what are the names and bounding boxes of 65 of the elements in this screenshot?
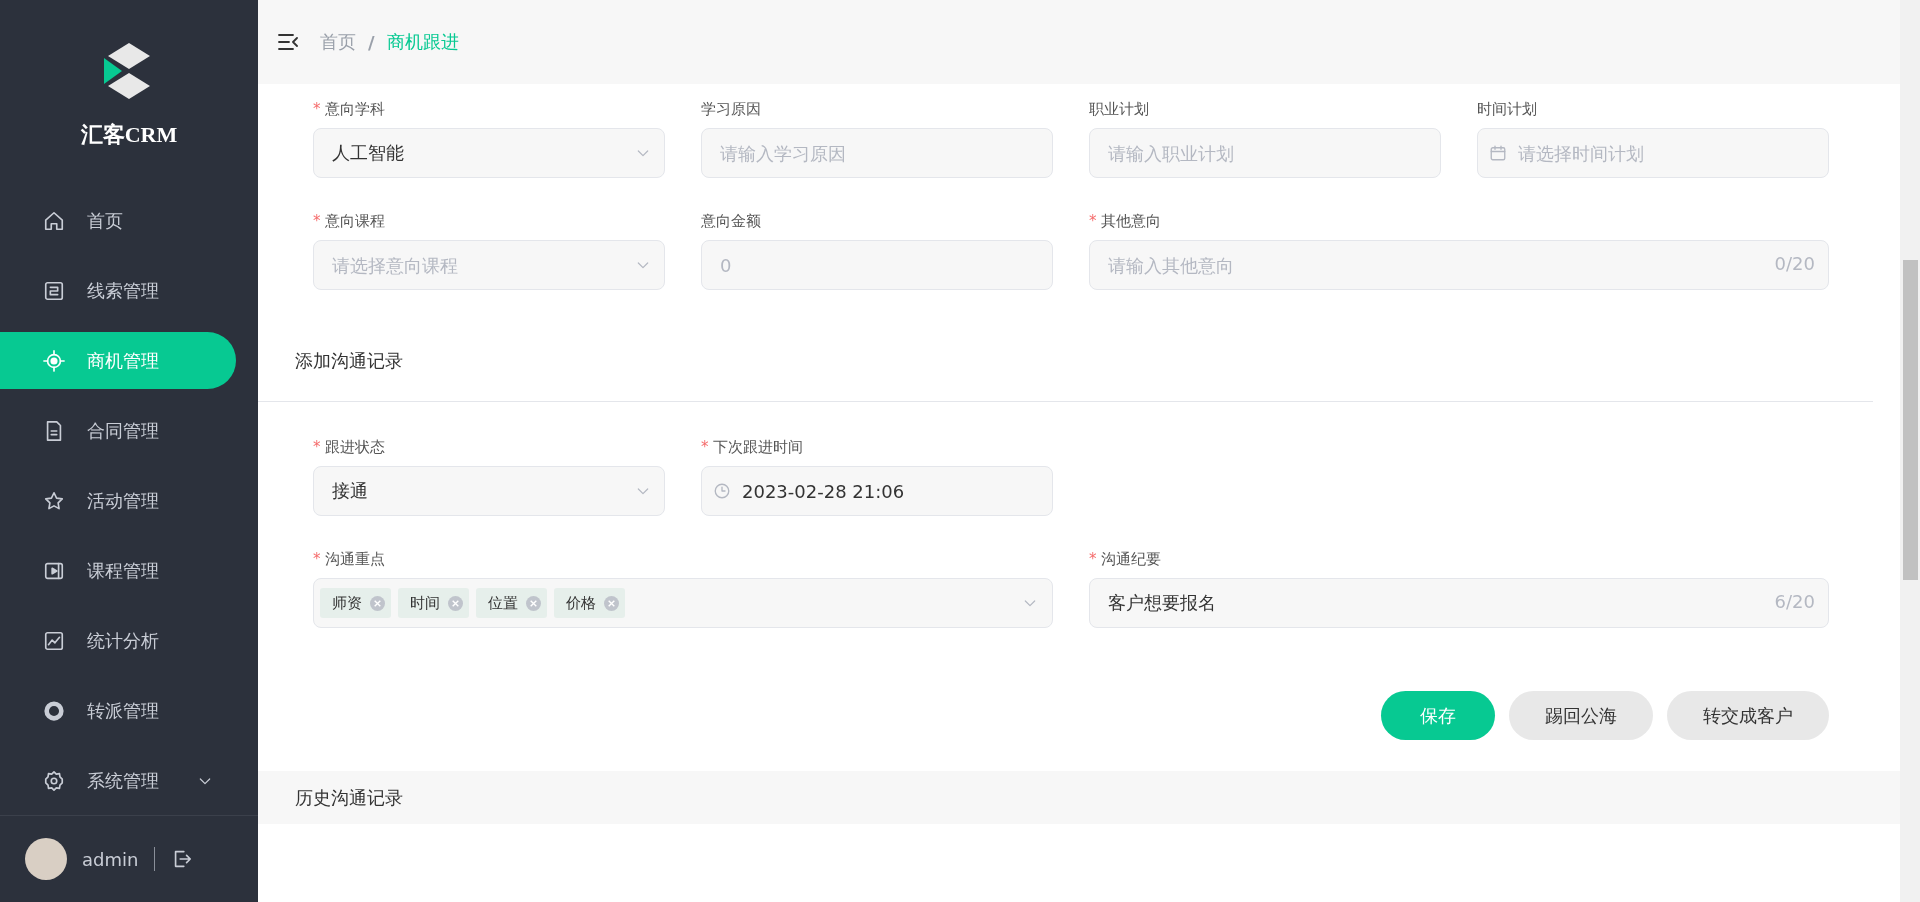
menu-item[interactable]: 统计分析 xyxy=(0,612,236,669)
breadcrumb-separator: / xyxy=(368,31,375,53)
close-icon[interactable] xyxy=(370,595,385,611)
action-button[interactable]: 转交成客户 xyxy=(1667,691,1829,740)
menu-item[interactable]: 线索管理 xyxy=(0,262,236,319)
gear-icon xyxy=(43,769,65,792)
field-label: 时间计划 xyxy=(1477,99,1538,120)
datetime-field[interactable]: 2023-02-28 21:06 xyxy=(701,466,1053,516)
input-field[interactable]: 0 xyxy=(701,240,1053,290)
field-label: * 意向学科 xyxy=(313,99,386,120)
field-label: * 其他意向 xyxy=(1089,211,1162,232)
tag-label: 价格 xyxy=(566,593,596,613)
square-icon xyxy=(43,279,65,302)
select-field[interactable]: 接通 xyxy=(313,466,665,516)
field-label: * 意向课程 xyxy=(313,211,386,232)
user-name: admin xyxy=(82,848,139,870)
close-icon[interactable] xyxy=(526,595,541,611)
field-label: * 沟通重点 xyxy=(313,549,386,570)
avatar xyxy=(25,838,67,880)
ring-icon xyxy=(43,699,65,722)
select-field[interactable]: 请选择意向课程 xyxy=(313,240,665,290)
field-label: * 跟进状态 xyxy=(313,437,386,458)
menu-icon[interactable] xyxy=(278,33,298,51)
input-field[interactable]: 请输入学习原因 xyxy=(701,128,1053,178)
section-title: 添加沟通记录 xyxy=(295,349,404,373)
close-icon[interactable] xyxy=(604,595,619,611)
menu-item[interactable]: 转派管理 xyxy=(0,682,236,739)
field-label: * 下次跟进时间 xyxy=(701,437,804,458)
scroll-thumb[interactable] xyxy=(1903,260,1918,580)
action-button[interactable]: 踢回公海 xyxy=(1509,691,1653,740)
tag-select[interactable]: 师资 时间 位置 价格 xyxy=(313,578,1053,628)
chart-icon xyxy=(43,629,65,652)
menu-item[interactable]: 合同管理 xyxy=(0,402,236,459)
target-icon xyxy=(43,349,65,372)
star-icon xyxy=(43,489,65,512)
home-icon xyxy=(43,209,65,232)
required-mark: * xyxy=(1089,550,1097,568)
required-mark: * xyxy=(701,438,709,456)
required-mark: * xyxy=(313,550,321,568)
menu-item[interactable]: 活动管理 xyxy=(0,472,236,529)
scrollbar[interactable] xyxy=(1900,0,1920,902)
character-counter: 0/20 xyxy=(1774,253,1815,274)
tag-label: 位置 xyxy=(488,593,518,613)
required-mark: * xyxy=(1089,212,1097,230)
section-title: 历史沟通记录 xyxy=(295,785,403,810)
field-label: 职业计划 xyxy=(1089,99,1150,120)
tag-label: 师资 xyxy=(332,593,362,613)
select-field[interactable]: 人工智能 xyxy=(313,128,665,178)
required-mark: * xyxy=(313,438,321,456)
field-label: 学习原因 xyxy=(701,99,762,120)
close-icon[interactable] xyxy=(448,595,463,611)
field-label: 意向金额 xyxy=(701,211,762,232)
menu-item[interactable]: 课程管理 xyxy=(0,542,236,599)
brand-name: 汇客CRM xyxy=(80,121,178,149)
menu-item[interactable]: 首页 xyxy=(0,192,236,249)
input-field[interactable]: 请输入职业计划 xyxy=(1089,128,1441,178)
date-field[interactable]: 请选择时间计划 xyxy=(1477,128,1829,178)
clock-icon xyxy=(713,482,731,500)
required-mark: * xyxy=(313,100,321,118)
character-counter: 6/20 xyxy=(1774,591,1815,612)
field-label: * 沟通纪要 xyxy=(1089,549,1162,570)
tag-label: 时间 xyxy=(410,593,440,613)
menu-item[interactable]: 系统管理 xyxy=(0,752,236,809)
calendar-icon xyxy=(1489,144,1507,162)
required-mark: * xyxy=(313,212,321,230)
